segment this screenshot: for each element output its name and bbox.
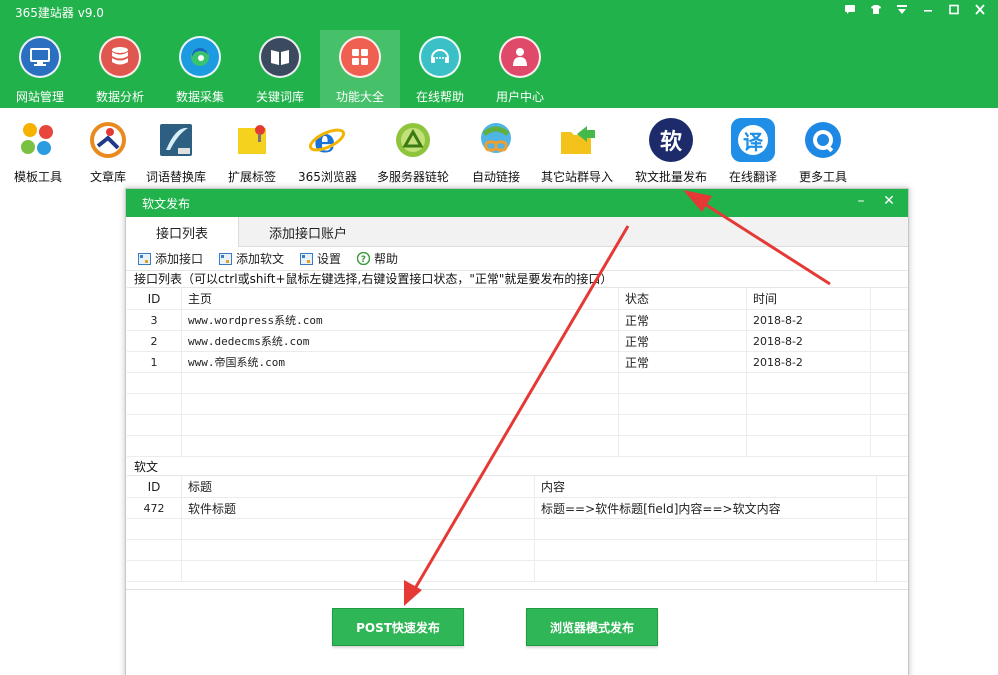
tab-api-list[interactable]: 接口列表	[126, 217, 240, 247]
maximize-icon[interactable]	[944, 1, 964, 17]
settings-button[interactable]: 设置	[300, 250, 341, 267]
translate-icon: 译	[731, 118, 775, 162]
add-article-button[interactable]: 添加软文	[219, 250, 284, 267]
top-header: 365建站器 v9.0 网站管理 数据分析 数据采集 关键词库 功能大全 在线帮…	[0, 0, 998, 108]
table-row[interactable]: 3 www.wordpress系统.com 正常 2018-8-2	[127, 310, 908, 331]
add-article-icon	[219, 252, 233, 265]
dialog-minimize-icon[interactable]: –	[854, 193, 868, 209]
word-replace-icon	[154, 118, 198, 162]
nav-all-functions[interactable]: 功能大全	[320, 30, 400, 108]
article-label: 软文	[134, 460, 159, 474]
tool-online-translate[interactable]: 译 在线翻译	[729, 118, 777, 185]
help-icon: ?	[357, 252, 371, 265]
dialog-titlebar: 软文发布 – ✕	[126, 189, 908, 217]
dialog-button-area: POST快速发布 浏览器模式发布	[126, 589, 908, 675]
main-nav: 网站管理 数据分析 数据采集 关键词库 功能大全 在线帮助 用户中心	[0, 30, 560, 108]
template-icon	[16, 118, 60, 162]
user-icon	[499, 36, 541, 78]
app-title: 365建站器 v9.0	[15, 6, 104, 20]
article-table: ID 标题 内容 472 软件标题 标题==>软件标题[field]内容==>软…	[127, 475, 908, 582]
app-window: 365建站器 v9.0 网站管理 数据分析 数据采集 关键词库 功能大全 在线帮…	[0, 0, 998, 675]
nav-site-management[interactable]: 网站管理	[0, 30, 80, 108]
nav-data-analysis[interactable]: 数据分析	[80, 30, 160, 108]
book-icon	[259, 36, 301, 78]
tool-extend-tag[interactable]: 扩展标签	[228, 118, 276, 185]
nav-data-collection[interactable]: 数据采集	[160, 30, 240, 108]
edge-icon	[179, 36, 221, 78]
settings-icon	[300, 252, 314, 265]
svg-text:e: e	[314, 121, 336, 160]
window-controls	[840, 1, 990, 17]
api-list-label: 接口列表（可以ctrl或shift+鼠标左键选择,右键设置接口状态，"正常"就是…	[134, 272, 613, 286]
browser-publish-button[interactable]: 浏览器模式发布	[526, 608, 658, 646]
dialog-toolbar: 添加接口 添加软文 设置 ? 帮助	[126, 247, 908, 271]
add-api-button[interactable]: 添加接口	[138, 250, 203, 267]
nav-user-center[interactable]: 用户中心	[480, 30, 560, 108]
tab-add-api-account[interactable]: 添加接口账户	[239, 217, 377, 247]
article-icon	[86, 118, 130, 162]
tool-auto-link[interactable]: 自动链接	[472, 118, 520, 185]
table-row[interactable]: 1 www.帝国系统.com 正常 2018-8-2	[127, 352, 908, 373]
dialog-tabs: 接口列表 添加接口账户	[126, 217, 908, 247]
tool-article-library[interactable]: 文章库	[86, 118, 130, 185]
table-row-empty	[127, 540, 908, 561]
table-row[interactable]: 2 www.dedecms系统.com 正常 2018-8-2	[127, 331, 908, 352]
table-header-row: ID 主页 状态 时间	[127, 288, 908, 310]
apps-icon	[339, 36, 381, 78]
monitor-icon	[19, 36, 61, 78]
nav-online-help[interactable]: 在线帮助	[400, 30, 480, 108]
tag-icon	[230, 118, 274, 162]
help-button[interactable]: ? 帮助	[357, 250, 398, 267]
minimize-icon[interactable]	[918, 1, 938, 17]
tool-365-browser[interactable]: e 365浏览器	[298, 118, 357, 185]
tools-row: 模板工具 文章库 词语替换库 扩展标签 e 365浏览器 多服务器链轮 自动链接…	[0, 118, 998, 192]
tool-more-tools[interactable]: 更多工具	[799, 118, 847, 185]
table-row[interactable]: 472 软件标题 标题==>软件标题[field]内容==>软文内容	[127, 498, 908, 519]
message-icon[interactable]	[840, 1, 860, 17]
add-api-icon	[138, 252, 151, 265]
database-icon	[99, 36, 141, 78]
svg-text:?: ?	[361, 255, 366, 265]
support-icon	[419, 36, 461, 78]
post-publish-button[interactable]: POST快速发布	[332, 608, 464, 646]
tool-template[interactable]: 模板工具	[14, 118, 62, 185]
browser-icon: e	[305, 118, 349, 162]
tool-multi-server-chain[interactable]: 多服务器链轮	[377, 118, 449, 185]
table-row-empty	[127, 373, 908, 394]
nav-keyword-library[interactable]: 关键词库	[240, 30, 320, 108]
table-row-empty	[127, 561, 908, 582]
folder-import-icon	[555, 118, 599, 162]
tool-soft-article-publish[interactable]: 软 软文批量发布	[635, 118, 707, 185]
table-row-empty	[127, 436, 908, 457]
dialog-close-icon[interactable]: ✕	[882, 193, 896, 209]
soft-article-dialog: 软文发布 – ✕ 接口列表 添加接口账户 添加接口 添加软文 设置 ? 帮助 接…	[125, 188, 909, 675]
soft-article-icon: 软	[649, 118, 693, 162]
table-row-empty	[127, 519, 908, 540]
close-icon[interactable]	[970, 1, 990, 17]
dialog-title: 软文发布	[142, 196, 191, 211]
table-row-empty	[127, 394, 908, 415]
table-header-row: ID 标题 内容	[127, 476, 908, 498]
more-tools-icon	[801, 118, 845, 162]
table-row-empty	[127, 415, 908, 436]
tool-word-replace[interactable]: 词语替换库	[146, 118, 206, 185]
api-table: ID 主页 状态 时间 3 www.wordpress系统.com 正常 201…	[127, 287, 908, 457]
server-chain-icon	[391, 118, 435, 162]
auto-link-icon	[474, 118, 518, 162]
tool-other-import[interactable]: 其它站群导入	[541, 118, 613, 185]
menu-icon[interactable]	[892, 1, 912, 17]
shirt-icon[interactable]	[866, 1, 886, 17]
